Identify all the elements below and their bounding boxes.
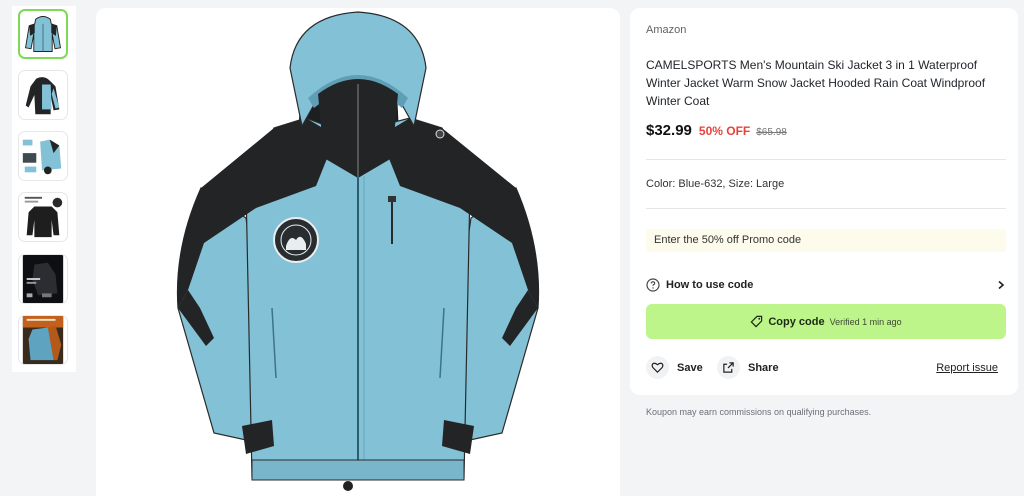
share-icon-wrap (717, 356, 740, 379)
store-name: Amazon (646, 24, 687, 36)
current-price: $32.99 (646, 122, 692, 139)
how-to-use-code-row[interactable]: How to use code (646, 276, 1006, 294)
original-price: $65.98 (756, 127, 787, 138)
copy-code-label: Copy code (768, 315, 825, 328)
tag-icon (750, 315, 763, 328)
product-info-card: Amazon CAMELSPORTS Men's Mountain Ski Ja… (630, 8, 1018, 395)
save-button[interactable]: Save (646, 356, 703, 379)
discount-badge: 50% OFF (698, 124, 751, 138)
thumbnail-5[interactable] (18, 254, 68, 304)
thumb-jacket-lifestyle (22, 316, 64, 364)
question-icon (646, 278, 660, 292)
thumbnail-6[interactable] (18, 315, 68, 365)
thumb-jacket-blue-front (24, 16, 62, 52)
jacket-illustration (176, 11, 540, 491)
thumbnail-2[interactable] (18, 70, 68, 120)
promo-instruction: Enter the 50% off Promo code (646, 229, 1006, 252)
chevron-right-icon (998, 280, 1005, 290)
thumb-jacket-parts (22, 139, 62, 175)
verified-timestamp: Verified 1 min ago (829, 316, 902, 327)
how-to-use-code-label: How to use code (666, 279, 754, 291)
share-label: Share (748, 361, 779, 374)
thumbnail-rail (12, 6, 76, 372)
commission-disclaimer: Koupon may earn commissions on qualifyin… (646, 407, 872, 417)
thumbnail-3[interactable] (18, 131, 68, 181)
price-row: $32.99 50% OFF $65.98 (646, 122, 787, 139)
heart-icon (651, 362, 664, 373)
share-icon (723, 362, 734, 373)
copy-code-button[interactable]: Copy code Verified 1 min ago (646, 304, 1006, 339)
divider (646, 159, 1006, 160)
divider (646, 208, 1006, 209)
thumbnail-4[interactable] (18, 192, 68, 242)
report-issue-link[interactable]: Report issue (936, 362, 998, 374)
thumb-jacket-side (25, 77, 60, 115)
product-title: CAMELSPORTS Men's Mountain Ski Jacket 3 … (646, 58, 986, 108)
variant-info: Color: Blue-632, Size: Large (646, 178, 785, 190)
heart-icon-wrap (646, 356, 669, 379)
save-label: Save (677, 361, 703, 374)
thumb-jacket-night (22, 255, 64, 303)
share-button[interactable]: Share (717, 356, 779, 379)
thumbnail-1[interactable] (18, 9, 68, 59)
thumb-jacket-black (24, 196, 63, 238)
main-product-image[interactable] (96, 8, 620, 496)
